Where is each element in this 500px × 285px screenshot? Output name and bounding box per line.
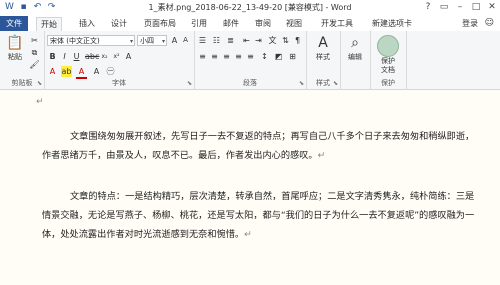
decrease-indent-icon[interactable]: ⇤ <box>241 35 252 46</box>
ribbon-tabs: 文件 开始 插入 设计 页面布局 引用 邮件 审阅 视图 开发工具 新建选项卡 … <box>0 16 500 32</box>
numbering-icon[interactable]: ☷ <box>211 35 222 46</box>
tab-design[interactable]: 设计 <box>107 17 131 30</box>
paragraph-group: ☰ ☷ ≣ ⇤ ⇥ 文 ⇅ ¶ ≡ ≡ ≡ ≡ ≡ ↕ ◩ ⊞ 段落 ⬊ <box>194 31 307 89</box>
find-icon: ⌕ <box>351 35 359 51</box>
paste-icon: 📋 <box>6 35 24 51</box>
styles-launcher-icon[interactable]: ⬊ <box>333 80 338 87</box>
body-paragraph[interactable]: 文章围绕匆匆展开叙述，先写日子一去不复返的特点；再写自己八千多个日子来去匆匆和稍… <box>42 127 480 165</box>
bullets-icon[interactable]: ☰ <box>197 35 208 46</box>
tab-insert[interactable]: 插入 <box>75 17 99 30</box>
minimize-icon[interactable]: – <box>454 1 466 13</box>
title-bar: W ▪ ↶ ↷ 1_素材.png_2018-06-22_13-49-20 [兼容… <box>0 0 500 16</box>
paragraph-mark: ↵ <box>244 229 252 240</box>
ribbon: 📋 粘贴 ✂ ⧉ 🖌 剪贴板 ⬊ 宋体 (中文正文) ▾ 小四 ▾ A A B … <box>0 31 500 90</box>
text-effects-icon[interactable]: A <box>47 66 58 77</box>
font-group: 宋体 (中文正文) ▾ 小四 ▾ A A B I U abc x₂ x² A A… <box>44 31 195 89</box>
char-shading-icon[interactable]: A <box>91 66 102 77</box>
clipboard-launcher-icon[interactable]: ⬊ <box>37 80 42 87</box>
font-name-combo[interactable]: 宋体 (中文正文) ▾ <box>47 35 135 46</box>
font-name-value: 宋体 (中文正文) <box>50 37 100 45</box>
editing-group: ⌕ 编辑 <box>340 31 371 89</box>
styles-button-label: 样式 <box>316 53 330 61</box>
show-marks-icon[interactable]: ¶ <box>292 35 303 46</box>
styles-group: A 样式 样式 ⬊ <box>306 31 341 89</box>
sign-in-link[interactable]: 登录 <box>462 18 478 29</box>
justify-icon[interactable]: ≡ <box>233 51 244 62</box>
highlight-icon[interactable]: ab <box>61 66 72 77</box>
distributed-icon[interactable]: ≡ <box>245 51 256 62</box>
protect-group-label: 保护 <box>381 79 395 87</box>
paste-button[interactable]: 📋 粘贴 <box>3 34 27 62</box>
sort-icon[interactable]: ⇅ <box>280 35 291 46</box>
chinese-layout-icon[interactable]: 文 <box>267 35 278 46</box>
cut-icon[interactable]: ✂ <box>29 35 40 46</box>
editing-button-label: 编辑 <box>348 53 362 61</box>
line-spacing-icon[interactable]: ↕ <box>259 51 270 62</box>
styles-icon: A <box>318 35 328 51</box>
strikethrough-icon[interactable]: abc <box>85 51 99 62</box>
font-size-combo[interactable]: 小四 ▾ <box>137 35 167 46</box>
close-icon[interactable]: ✕ <box>486 1 498 13</box>
window-controls: ? ▭ – □ ✕ <box>422 1 498 13</box>
italic-icon[interactable]: I <box>59 51 70 62</box>
shrink-font-icon[interactable]: A <box>180 35 191 46</box>
font-size-value: 小四 <box>140 37 154 45</box>
feedback-icon[interactable]: ☺ <box>485 18 494 28</box>
protect-document-label: 保护 文档 <box>381 57 395 74</box>
align-left-icon[interactable]: ≡ <box>197 51 208 62</box>
tab-view[interactable]: 视图 <box>282 17 306 30</box>
tab-layout[interactable]: 页面布局 <box>140 17 180 30</box>
subscript-icon[interactable]: x₂ <box>99 51 110 62</box>
tab-new[interactable]: 新建选项卡 <box>368 17 416 30</box>
paragraph-launcher-icon[interactable]: ⬊ <box>299 80 304 87</box>
paragraph-mark: ↵ <box>317 150 326 161</box>
align-center-icon[interactable]: ≡ <box>209 51 220 62</box>
borders-icon[interactable]: ⊞ <box>287 51 298 62</box>
tab-developer[interactable]: 开发工具 <box>317 17 357 30</box>
paste-label: 粘贴 <box>8 53 22 61</box>
styles-button[interactable]: A 样式 <box>310 34 336 62</box>
enclosed-char-icon[interactable]: ㊀ <box>105 66 116 77</box>
tab-mailings[interactable]: 邮件 <box>219 17 243 30</box>
grow-font-icon[interactable]: A <box>169 35 180 46</box>
paragraph-text-2: 文章的特点：一是结构精巧，层次清楚，转承自然，首尾呼应；二是文字清秀隽永，纯朴简… <box>42 191 475 240</box>
editing-button[interactable]: ⌕ 编辑 <box>342 34 368 62</box>
underline-icon[interactable]: U <box>71 51 82 62</box>
paragraph-group-label: 段落 <box>243 79 257 87</box>
bold-icon[interactable]: B <box>47 51 58 62</box>
increase-indent-icon[interactable]: ⇥ <box>253 35 264 46</box>
ribbon-display-icon[interactable]: ▭ <box>438 1 450 13</box>
tab-home[interactable]: 开始 <box>36 17 62 32</box>
chevron-down-icon: ▾ <box>161 38 165 45</box>
font-launcher-icon[interactable]: ⬊ <box>187 80 192 87</box>
tab-file[interactable]: 文件 <box>0 16 28 31</box>
maximize-icon[interactable]: □ <box>470 1 482 13</box>
multilevel-list-icon[interactable]: ≣ <box>225 35 236 46</box>
tab-review[interactable]: 审阅 <box>251 17 275 30</box>
tab-references[interactable]: 引用 <box>187 17 211 30</box>
superscript-icon[interactable]: x² <box>111 51 122 62</box>
format-painter-icon[interactable]: 🖌 <box>29 59 40 70</box>
body-paragraph[interactable]: 文章的特点：一是结构精巧，层次清楚，转承自然，首尾呼应；二是文字清秀隽永，纯朴简… <box>42 187 480 244</box>
shading-icon[interactable]: ◩ <box>273 51 284 62</box>
empty-paragraph-mark: ↵ <box>36 97 44 107</box>
help-icon[interactable]: ? <box>422 1 434 13</box>
copy-icon[interactable]: ⧉ <box>29 47 40 58</box>
align-right-icon[interactable]: ≡ <box>221 51 232 62</box>
font-group-label: 字体 <box>112 79 126 87</box>
paragraph-text-1: 文章围绕匆匆展开叙述，先写日子一去不复返的特点；再写自己八千多个日子来去匆匆和稍… <box>42 131 475 161</box>
clear-format-icon[interactable]: A <box>123 51 134 62</box>
protect-document-icon <box>377 35 399 57</box>
protect-group: 保护 文档 保护 <box>370 31 407 89</box>
protect-document-button[interactable]: 保护 文档 <box>373 35 403 75</box>
chevron-down-icon: ▾ <box>129 38 133 45</box>
clipboard-group: 📋 粘贴 ✂ ⧉ 🖌 剪贴板 ⬊ <box>0 31 45 89</box>
